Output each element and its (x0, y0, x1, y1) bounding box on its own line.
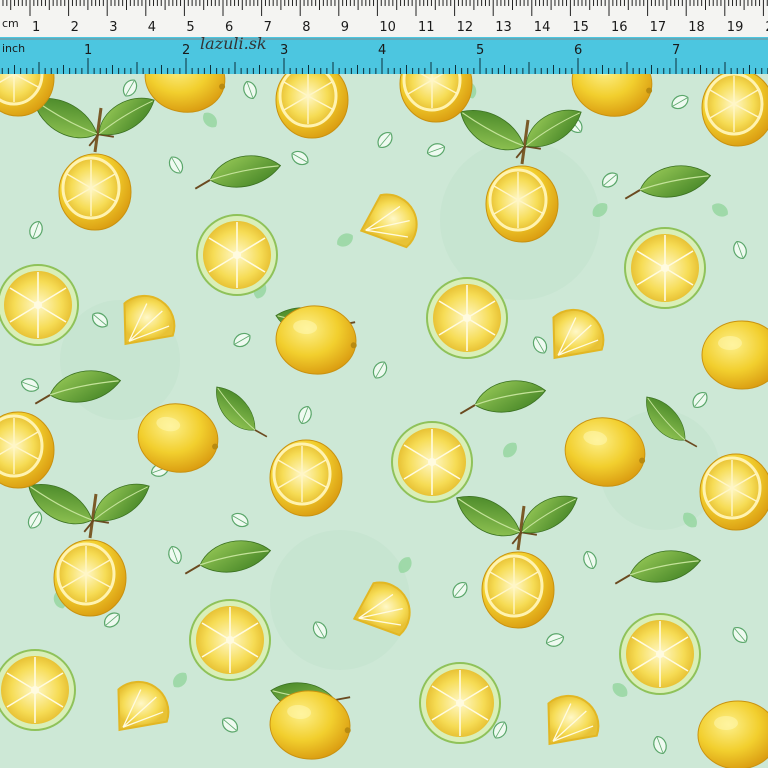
ruler-inch-label: 4 (378, 43, 386, 58)
ruler-inch-label: 1 (84, 43, 92, 58)
ruler-cm-label: 5 (186, 20, 194, 35)
ruler-cm-label: 10 (379, 20, 396, 35)
ruler-cm-label: 18 (688, 20, 705, 35)
ruler-cm-label: 1 (32, 20, 40, 35)
ruler-cm-label: 6 (225, 20, 233, 35)
fabric-photo: cm inch lazuli.sk 1 2 3 4 5 6 7 8 9 10 11 12 13 14 15 1… (0, 0, 768, 768)
ruler-cm-label: 17 (650, 20, 667, 35)
ruler-cm-label: 7 (264, 20, 272, 35)
ruler-cm-label: 16 (611, 20, 628, 35)
ruler-inch-label: 3 (280, 43, 288, 58)
ruler-cm-label: 4 (148, 20, 156, 35)
ruler-inch-label: 2 (182, 43, 190, 58)
ruler-cm-label: 11 (418, 20, 435, 35)
ruler-cm-label: 8 (302, 20, 310, 35)
ruler-cm-label: 9 (341, 20, 349, 35)
ruler-cm-label: 15 (572, 20, 589, 35)
ruler-cm-label: 2 (71, 20, 79, 35)
ruler-cm-label: 3 (109, 20, 117, 35)
ruler-cm-label: 13 (495, 20, 512, 35)
measuring-ruler: cm inch lazuli.sk 1 2 3 4 5 6 7 8 9 10 11 12 13 14 15 1… (0, 0, 768, 74)
ruler-cm-label: 12 (457, 20, 474, 35)
lemon-pattern-fabric (0, 0, 768, 768)
ruler-cm-label: 14 (534, 20, 551, 35)
ruler-inch-label: 6 (574, 43, 582, 58)
ruler-cm-label: 19 (727, 20, 744, 35)
ruler-inch-label: 5 (476, 43, 484, 58)
ruler-inch-label: 7 (672, 43, 680, 58)
ruler-inch-unit: inch (2, 42, 25, 55)
ruler-cm-unit: cm (2, 17, 19, 30)
ruler-brand-label: lazuli.sk (200, 34, 267, 53)
